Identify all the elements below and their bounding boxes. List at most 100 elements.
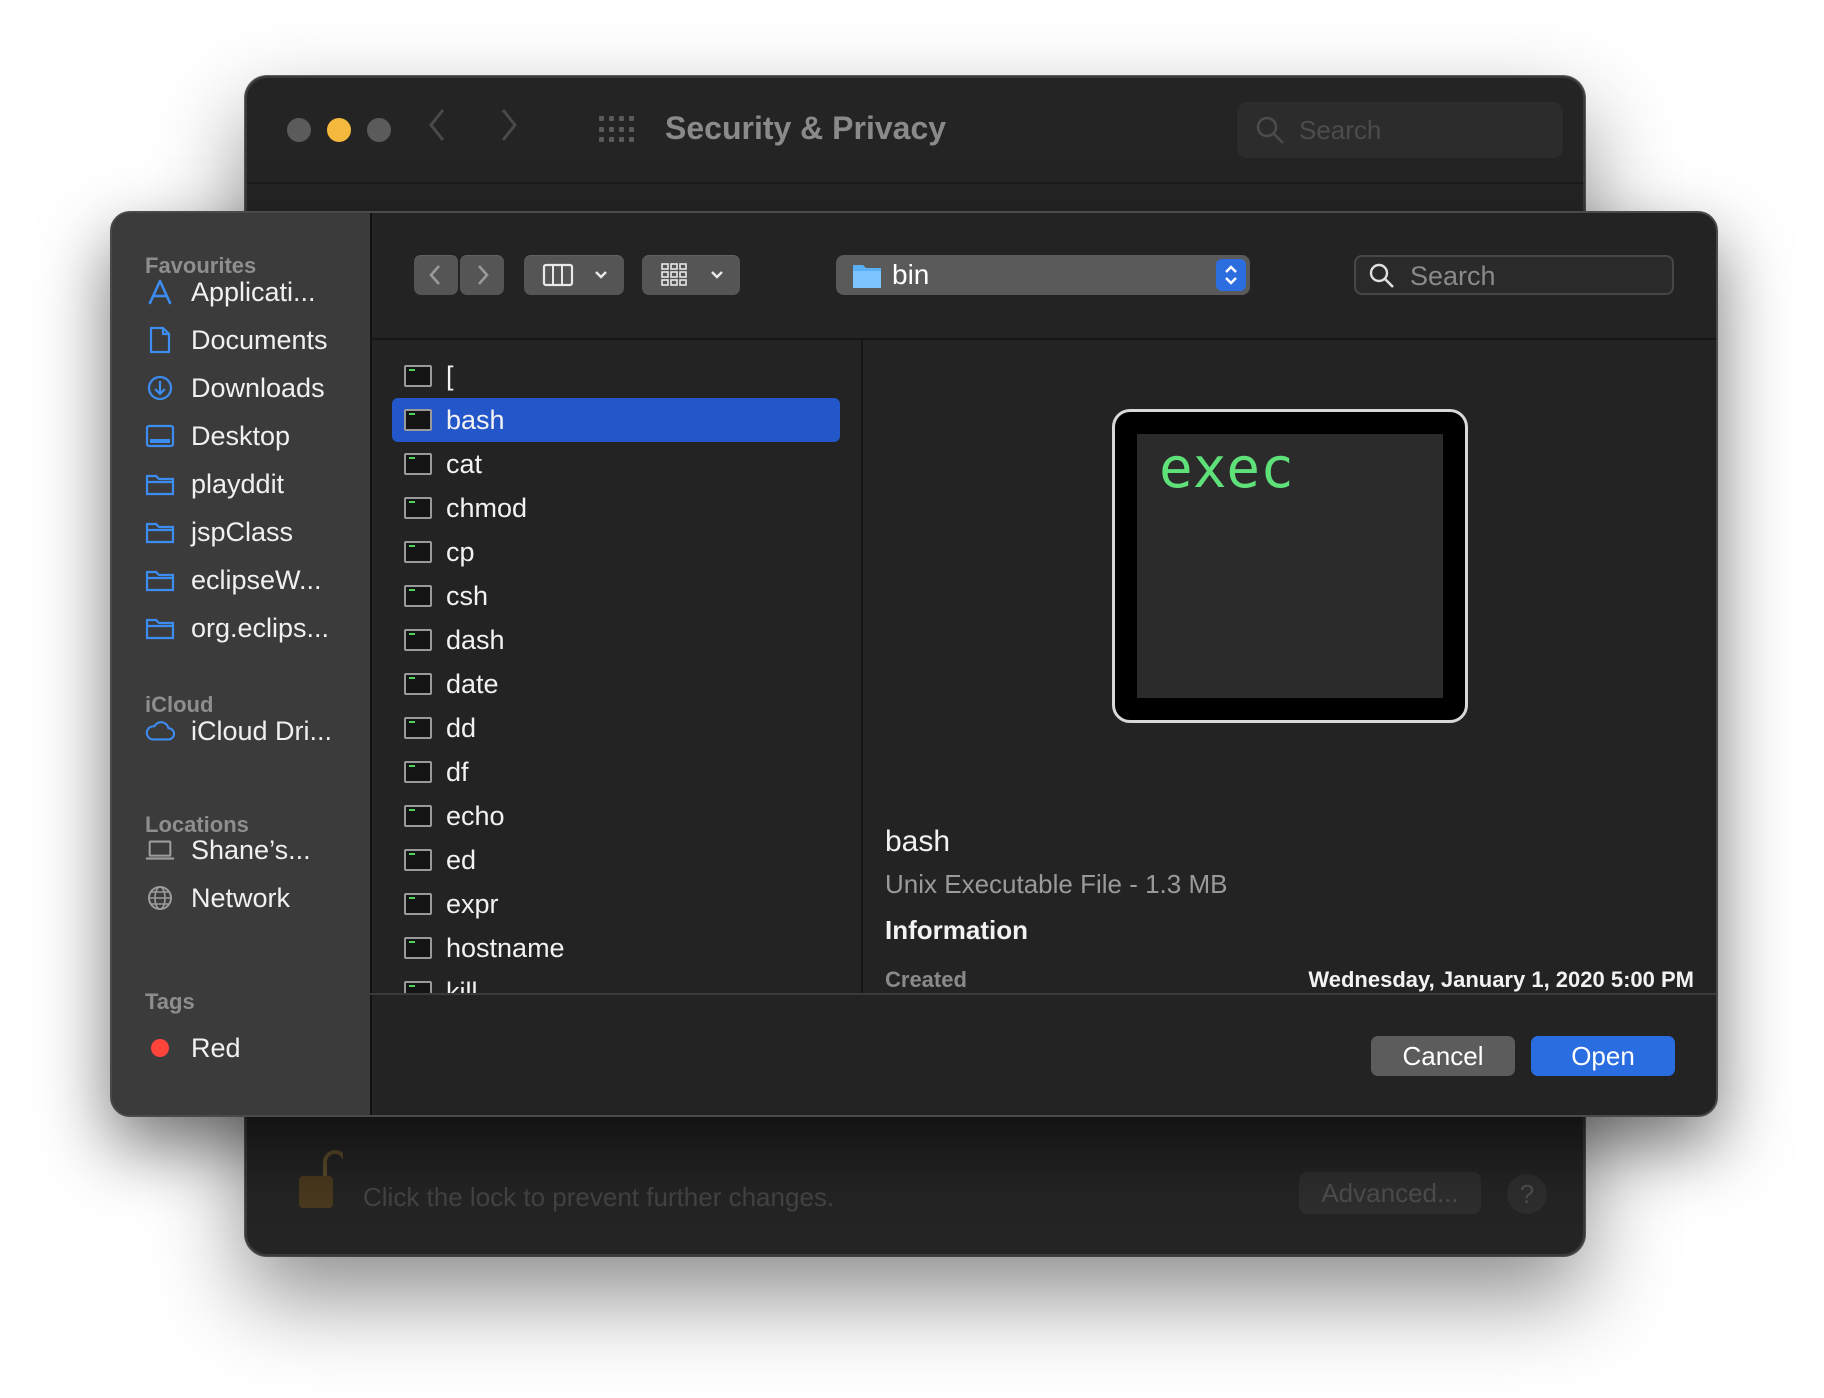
file-row[interactable]: csh: [392, 574, 840, 618]
search-field[interactable]: [1354, 255, 1674, 295]
sidebar-item-label: playddit: [191, 468, 285, 499]
executable-file-icon: [404, 409, 432, 431]
background-search-placeholder: Search: [1299, 115, 1382, 145]
group-mode-popup[interactable]: [642, 255, 740, 295]
sidebar-item-downloads[interactable]: Downloads: [145, 365, 355, 411]
background-search-field[interactable]: Search: [1237, 102, 1563, 158]
view-mode-popup[interactable]: [524, 255, 624, 295]
sidebar-item-label: org.eclips...: [191, 612, 330, 643]
back-button[interactable]: [414, 255, 458, 295]
sidebar-item-network[interactable]: Network: [145, 875, 355, 921]
sidebar-item-org-eclipse[interactable]: org.eclips...: [145, 605, 355, 651]
file-row[interactable]: kill: [392, 970, 840, 993]
columns-view-icon: [542, 263, 574, 287]
back-icon[interactable]: [427, 108, 447, 151]
sidebar-item-tag-red[interactable]: Red: [145, 1025, 355, 1071]
browser-divider: [370, 993, 1716, 995]
zoom-window-button[interactable]: [367, 118, 391, 142]
executable-file-icon: [404, 365, 432, 387]
file-name: cat: [446, 448, 483, 479]
executable-file-icon: [404, 629, 432, 651]
file-row[interactable]: df: [392, 750, 840, 794]
executable-file-icon: [404, 937, 432, 959]
file-name: csh: [446, 580, 489, 611]
terminal-screen: exec: [1137, 434, 1443, 698]
executable-file-icon: [404, 981, 432, 993]
file-name: date: [446, 668, 499, 699]
red-tag-icon: [145, 1033, 175, 1063]
file-row[interactable]: ed: [392, 838, 840, 882]
file-name: dd: [446, 712, 477, 743]
sidebar-item-playddit[interactable]: playddit: [145, 461, 355, 507]
sidebar-item-label: iCloud Dri...: [191, 715, 333, 746]
sidebar-item-documents[interactable]: Documents: [145, 317, 355, 363]
window-title: Security & Privacy: [665, 110, 947, 146]
preview-file-kind: Unix Executable File - 1.3 MB: [885, 869, 1228, 899]
sidebar-item-icloud-drive[interactable]: iCloud Dri...: [145, 708, 355, 754]
file-preview-thumbnail: exec: [1112, 409, 1468, 723]
sidebar-item-label: Red: [191, 1032, 241, 1063]
file-name: echo: [446, 800, 505, 831]
minimize-window-button[interactable]: [327, 118, 351, 142]
forward-icon[interactable]: [499, 108, 519, 151]
open-button[interactable]: Open: [1531, 1036, 1675, 1076]
file-row[interactable]: date: [392, 662, 840, 706]
sidebar-item-eclipse-workspace[interactable]: eclipseW...: [145, 557, 355, 603]
search-icon: [1369, 263, 1394, 288]
icon-grid-view-icon: [661, 263, 687, 286]
sidebar-item-desktop[interactable]: Desktop: [145, 413, 355, 459]
sidebar-section-tags: Tags: [145, 989, 195, 1014]
sidebar-item-label: Desktop: [191, 420, 291, 451]
executable-file-icon: [404, 893, 432, 915]
sidebar: Favourites Applicati... Documents Downlo…: [112, 213, 372, 1115]
sidebar-item-jspclass[interactable]: jspClass: [145, 509, 355, 555]
file-row[interactable]: [: [392, 354, 840, 398]
sidebar-item-label: eclipseW...: [191, 564, 322, 595]
background-titlebar: Security & Privacy Search: [247, 78, 1583, 184]
applications-icon: [145, 277, 175, 307]
sidebar-item-label: Shane’s...: [191, 834, 311, 865]
sidebar-item-label: Network: [191, 882, 291, 913]
exec-label: exec: [1159, 436, 1294, 501]
file-row[interactable]: hostname: [392, 926, 840, 970]
desktop-icon: [145, 421, 175, 451]
sidebar-item-applications[interactable]: Applicati...: [145, 269, 355, 315]
sidebar-item-label: Documents: [191, 324, 328, 355]
file-row[interactable]: cat: [392, 442, 840, 486]
file-row[interactable]: expr: [392, 882, 840, 926]
cancel-button[interactable]: Cancel: [1371, 1036, 1515, 1076]
lock-icon[interactable]: [295, 1148, 343, 1212]
file-row-selected[interactable]: bash: [392, 398, 840, 442]
sidebar-item-label: Applicati...: [191, 276, 316, 307]
file-row[interactable]: dash: [392, 618, 840, 662]
up-down-chevron-icon: [1225, 265, 1237, 285]
search-input[interactable]: [1408, 259, 1662, 293]
file-row[interactable]: cp: [392, 530, 840, 574]
file-row[interactable]: chmod: [392, 486, 840, 530]
file-name: ed: [446, 844, 477, 875]
close-window-button[interactable]: [287, 118, 311, 142]
folder-icon: [145, 565, 175, 595]
folder-icon: [853, 265, 881, 288]
file-list[interactable]: [ bash cat chmod cp csh dash date dd df …: [370, 340, 863, 993]
executable-file-icon: [404, 541, 432, 563]
file-name: kill: [446, 976, 478, 994]
path-popup[interactable]: bin: [836, 255, 1250, 295]
preview-file-name: bash: [885, 825, 951, 858]
help-button[interactable]: ?: [1507, 1174, 1547, 1214]
executable-file-icon: [404, 673, 432, 695]
advanced-button[interactable]: Advanced...: [1299, 1172, 1481, 1214]
executable-file-icon: [404, 453, 432, 475]
file-name: dash: [446, 624, 505, 655]
show-all-grid-icon[interactable]: [599, 116, 635, 144]
sidebar-item-label: jspClass: [191, 516, 294, 547]
created-value: Wednesday, January 1, 2020 5:00 PM: [1308, 967, 1694, 992]
sidebar-item-computer[interactable]: Shane’s...: [145, 827, 355, 873]
created-label: Created: [885, 967, 967, 992]
file-row[interactable]: dd: [392, 706, 840, 750]
forward-button[interactable]: [460, 255, 504, 295]
chevron-left-icon: [429, 265, 440, 285]
path-popup-stepper[interactable]: [1216, 259, 1246, 291]
file-row[interactable]: echo: [392, 794, 840, 838]
file-name: df: [446, 756, 469, 787]
